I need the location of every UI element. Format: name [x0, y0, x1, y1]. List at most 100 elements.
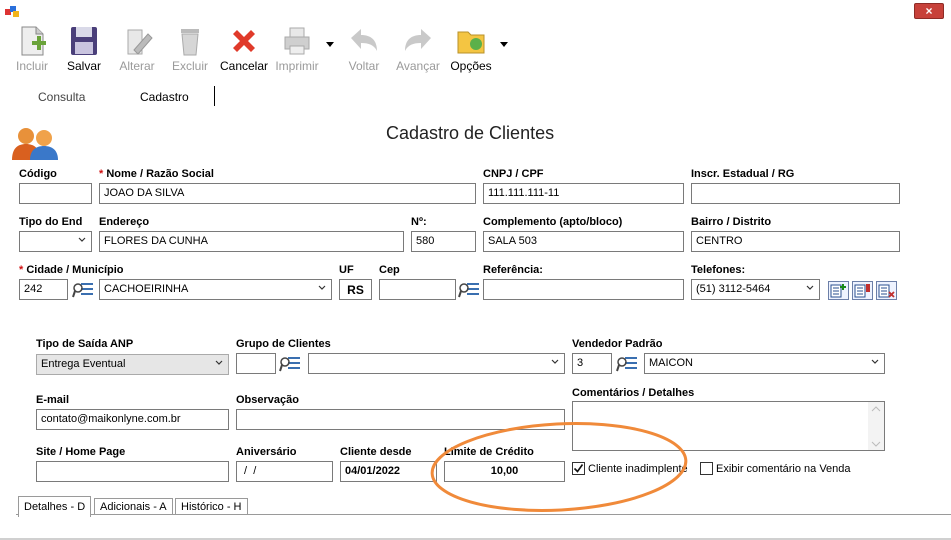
referencia-field[interactable] — [483, 279, 684, 300]
grupo-code-field[interactable] — [236, 353, 276, 374]
cidade-label-wrap: * Cidade / Município — [19, 264, 124, 276]
comentarios-scrollbar[interactable] — [868, 402, 884, 450]
nome-required-marker: * — [99, 168, 104, 180]
page-title: Cadastro de Clientes — [386, 123, 555, 143]
site-field[interactable] — [36, 461, 229, 482]
incluir-button[interactable]: Incluir — [8, 22, 56, 76]
tipo-end-select[interactable] — [19, 231, 92, 252]
cidade-value: CACHOEIRINHA — [104, 283, 189, 295]
vendedor-select[interactable]: MAICON — [644, 353, 885, 374]
excluir-label: Excluir — [171, 59, 208, 73]
chevron-down-icon — [806, 285, 814, 290]
avancar-label: Avançar — [396, 59, 440, 73]
cidade-code-field[interactable]: 242 — [19, 279, 68, 300]
delete-phone-button[interactable] — [876, 281, 897, 300]
cep-lookup-icon[interactable] — [458, 280, 480, 300]
edit-phone-button[interactable] — [852, 281, 873, 300]
telefones-select[interactable]: (51) 3112-5464 — [691, 279, 820, 300]
inscr-field[interactable] — [691, 183, 900, 204]
telefones-label: Telefones: — [691, 264, 746, 276]
chevron-down-icon — [318, 285, 326, 290]
voltar-label: Voltar — [348, 59, 380, 73]
exibir-comentario-checkbox[interactable] — [700, 462, 713, 475]
window-close-button[interactable]: × — [914, 3, 944, 19]
aniversario-field[interactable]: / / — [236, 461, 333, 482]
numero-label: Nº: — [411, 216, 427, 228]
telefones-value: (51) 3112-5464 — [696, 283, 771, 295]
imprimir-dropdown-arrow-icon[interactable] — [326, 42, 334, 47]
tipo-saida-value: Entrega Eventual — [41, 358, 126, 370]
forward-arrow-icon — [405, 29, 431, 51]
imprimir-label: Imprimir — [275, 59, 319, 73]
comentarios-label: Comentários / Detalhes — [572, 387, 695, 399]
edit-phone-icon — [854, 284, 870, 298]
chevron-down-icon — [871, 359, 879, 364]
email-field[interactable]: contato@maikonlyne.com.br — [36, 409, 229, 430]
observacao-label: Observação — [236, 394, 299, 406]
cep-field[interactable] — [379, 279, 456, 300]
nome-label-wrap: * Nome / Razão Social — [99, 168, 214, 180]
opcoes-dropdown-arrow-icon[interactable] — [500, 42, 508, 47]
cancelar-label: Cancelar — [219, 59, 269, 73]
bairro-field[interactable]: CENTRO — [691, 231, 900, 252]
tab-cadastro[interactable]: Cadastro — [140, 90, 189, 104]
nome-field[interactable]: JOAO DA SILVA — [99, 183, 476, 204]
add-phone-button[interactable] — [828, 281, 849, 300]
opcoes-button[interactable]: Opções — [446, 22, 496, 76]
numero-field[interactable]: 580 — [411, 231, 476, 252]
chevron-down-icon — [215, 360, 223, 365]
clients-people-icon — [12, 128, 58, 160]
cidade-required-marker: * — [19, 264, 24, 276]
cliente-desde-field[interactable]: 04/01/2022 — [340, 461, 437, 482]
opcoes-label: Opções — [450, 59, 492, 73]
alterar-button[interactable]: Alterar — [112, 22, 162, 76]
add-phone-icon — [830, 284, 846, 298]
voltar-button[interactable]: Voltar — [340, 22, 388, 76]
cancelar-button[interactable]: Cancelar — [218, 22, 270, 76]
tab-consulta[interactable]: Consulta — [38, 90, 85, 104]
vendedor-lookup-icon[interactable] — [616, 354, 638, 374]
title-bar — [0, 0, 951, 22]
vendedor-value: MAICON — [649, 357, 693, 369]
imprimir-button[interactable]: Imprimir — [270, 22, 324, 76]
site-label: Site / Home Page — [36, 446, 126, 458]
excluir-button[interactable]: Excluir — [166, 22, 214, 76]
grupo-label: Grupo de Clientes — [236, 338, 331, 350]
tab-detalhes[interactable]: Detalhes - D — [18, 496, 92, 517]
scroll-arrows-icon — [871, 406, 881, 447]
grupo-select[interactable] — [308, 353, 565, 374]
complemento-field[interactable]: SALA 503 — [483, 231, 684, 252]
bairro-label: Bairro / Distrito — [691, 216, 772, 228]
cidade-lookup-icon[interactable] — [72, 280, 94, 300]
tab-historico[interactable]: Histórico - H — [175, 498, 248, 515]
cnpj-label: CNPJ / CPF — [483, 168, 544, 180]
cidade-select[interactable]: CACHOEIRINHA — [99, 279, 332, 300]
tab-separator — [214, 86, 215, 106]
printer-icon — [284, 27, 310, 55]
annotation-highlight-oval — [430, 422, 688, 512]
complemento-label: Complemento (apto/bloco) — [483, 216, 623, 228]
salvar-button[interactable]: Salvar — [60, 22, 108, 76]
tipo-end-label: Tipo do End — [19, 216, 83, 228]
codigo-field[interactable] — [19, 183, 92, 204]
options-folder-icon — [457, 31, 485, 54]
close-icon: × — [925, 4, 933, 18]
cnpj-field[interactable]: 111.111.111-11 — [483, 183, 684, 204]
chevron-down-icon — [551, 359, 559, 364]
tab-adicionais[interactable]: Adicionais - A — [94, 498, 173, 515]
trash-can-icon — [181, 29, 199, 56]
cancel-x-icon — [233, 30, 255, 52]
uf-field[interactable]: RS — [339, 279, 372, 300]
vendedor-code-field[interactable]: 3 — [572, 353, 612, 374]
cidade-label: Cidade / Município — [26, 264, 124, 276]
toolbar: Incluir Salvar Alterar Excluir Cancelar … — [0, 22, 951, 78]
avancar-button[interactable]: Avançar — [392, 22, 444, 76]
app-icon — [5, 6, 19, 17]
endereco-label: Endereço — [99, 216, 150, 228]
grupo-lookup-icon[interactable] — [279, 354, 301, 374]
cep-label: Cep — [379, 264, 400, 276]
endereco-field[interactable]: FLORES DA CUNHA — [99, 231, 404, 252]
tipo-saida-select[interactable]: Entrega Eventual — [36, 354, 229, 375]
edit-pencil-icon — [127, 29, 153, 55]
floppy-disk-icon — [71, 27, 97, 55]
